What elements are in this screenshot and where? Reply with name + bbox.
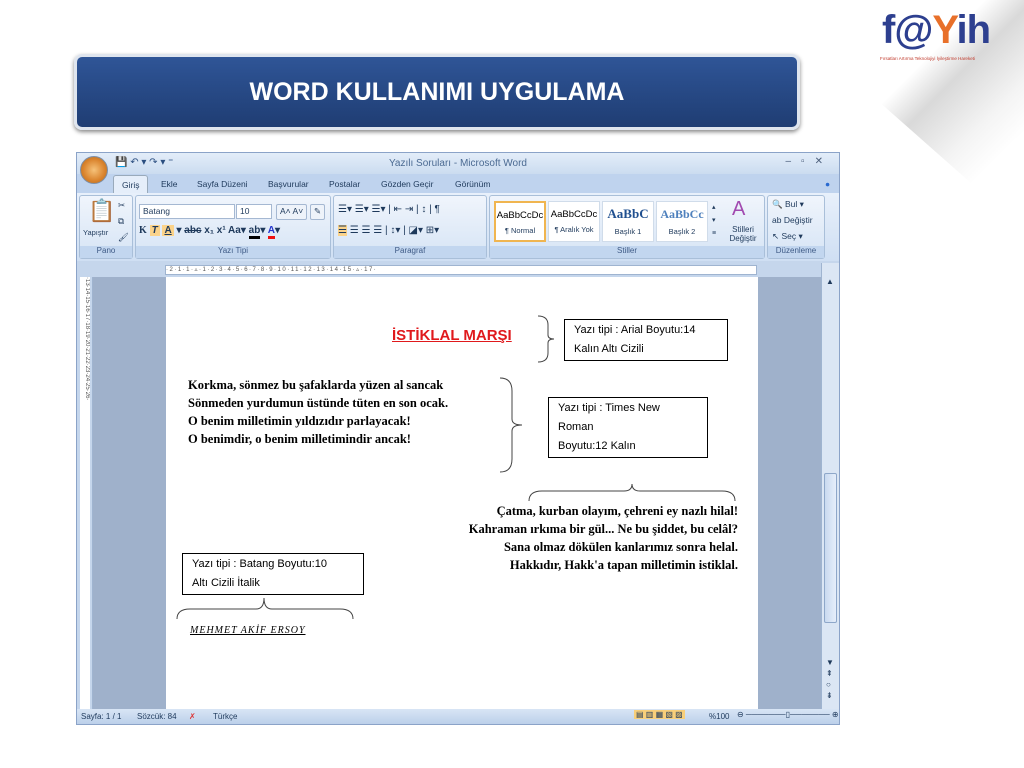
format-painter-icon[interactable]: 🖌 xyxy=(118,232,129,243)
group-pano: 📋 Yapıştır ✂ ⧉ 🖌 Pano xyxy=(79,195,133,259)
tab-postalar[interactable]: Postalar xyxy=(329,179,360,189)
document-area: ·13·14·15·16·17·18·19·20·21·22·23·24·25·… xyxy=(77,277,823,711)
select-button[interactable]: ↖ Seç ▾ xyxy=(772,231,803,242)
group-yazi-tipi: Batang 10 A˄ A˅ ✎ K T A ▾ abc x₁ x¹ Aa▾ … xyxy=(135,195,331,259)
browse-buttons[interactable]: ▼ ⇞ ○ ⇟ xyxy=(826,657,834,701)
author-name: MEHMET AKİF ERSOY xyxy=(190,625,306,636)
find-button[interactable]: 🔍 Bul ▾ xyxy=(772,199,804,210)
tab-giris[interactable]: Giriş xyxy=(113,175,149,194)
word-count[interactable]: Sözcük: 84 xyxy=(137,712,177,721)
brace-3 xyxy=(528,483,736,502)
tab-ekle[interactable]: Ekle xyxy=(161,179,178,189)
copy-icon[interactable]: ⧉ xyxy=(118,216,124,227)
help-icon[interactable]: ● xyxy=(825,179,830,189)
group-label: Pano xyxy=(80,246,132,258)
vertical-ruler[interactable]: ·13·14·15·16·17·18·19·20·21·22·23·24·25·… xyxy=(77,277,93,711)
stanza-2: Çatma, kurban olayım, çehreni ey nazlı h… xyxy=(468,504,738,572)
font-size-select[interactable]: 10 xyxy=(236,204,272,219)
list-indent-buttons[interactable]: ☰▾ ☰▾ ☰▾ | ⇤ ⇥ | ↕ | ¶ xyxy=(338,204,440,215)
style-normal[interactable]: AaBbCcDc ¶ Normal xyxy=(494,201,546,242)
scroll-up-icon[interactable]: ▲ xyxy=(826,277,834,286)
grow-shrink-font-buttons[interactable]: A˄ A˅ xyxy=(276,204,308,220)
cut-icon[interactable]: ✂ xyxy=(118,200,125,211)
group-duzenleme: 🔍 Bul ▾ ab Değiştir ↖ Seç ▾ Düzenleme xyxy=(767,195,825,259)
clear-format-button[interactable]: ✎ xyxy=(310,204,326,220)
note-batang: Yazı tipi : Batang Boyutu:10 Altı Cizili … xyxy=(182,553,364,595)
scroll-thumb[interactable] xyxy=(824,473,837,623)
group-label: Paragraf xyxy=(334,246,486,258)
style-baslik-2[interactable]: AaBbCc Başlık 2 xyxy=(656,201,708,242)
language-indicator[interactable]: Türkçe xyxy=(213,712,237,721)
group-label: Yazı Tipi xyxy=(136,246,330,258)
slide-title: WORD KULLANIMI UYGULAMA xyxy=(74,54,800,130)
stanza-1: Korkma, sönmez bu şafaklarda yüzen al sa… xyxy=(188,378,449,446)
change-styles-icon: A xyxy=(732,198,746,220)
group-stiller: AaBbCcDc ¶ Normal AaBbCcDc ¶ Aralık Yok Aa… xyxy=(489,195,765,259)
note-arial: Yazı tipi : Arial Boyutu:14 Kalın Altı Ci… xyxy=(564,319,728,361)
heading-istiklal-marsi: İSTİKLAL MARŞI xyxy=(392,327,512,344)
page-count[interactable]: Sayfa: 1 / 1 xyxy=(81,712,121,721)
zoom-slider[interactable]: ⊖ ───────▯─────── ⊕ xyxy=(737,710,839,719)
status-bar: Sayfa: 1 / 1 Sözcük: 84 ✗ Türkçe ▤ ▥ ▦ ▧… xyxy=(77,709,839,724)
tab-basvurular[interactable]: Başvurular xyxy=(268,179,309,189)
paste-button[interactable]: Yapıştır xyxy=(83,228,108,237)
change-styles-button[interactable]: Stilleri Değiştir xyxy=(723,225,763,243)
brace-4 xyxy=(176,597,354,620)
style-baslik-1[interactable]: AaBbC Başlık 1 xyxy=(602,201,654,242)
ribbon: 📋 Yapıştır ✂ ⧉ 🖌 Pano Batang 10 A˄ A˅ ✎ … xyxy=(77,193,839,261)
tab-gorunum[interactable]: Görünüm xyxy=(455,179,490,189)
proofing-icon[interactable]: ✗ xyxy=(189,712,196,721)
office-button[interactable] xyxy=(80,156,108,184)
zoom-level[interactable]: %100 xyxy=(709,712,729,721)
ribbon-tabs: Giriş Ekle Sayfa Düzeni Başvurular Posta… xyxy=(77,174,839,194)
group-paragraf: ☰▾ ☰▾ ☰▾ | ⇤ ⇥ | ↕ | ¶ ☰ ☰ ☰ ☰ | ↕▾ | ◪▾… xyxy=(333,195,487,259)
window-controls[interactable]: –▫✕ xyxy=(786,156,834,167)
vertical-scrollbar[interactable]: ▲ ▼ ⇞ ○ ⇟ xyxy=(821,263,839,711)
alignment-buttons[interactable]: ☰ ☰ ☰ ☰ | ↕▾ | ◪▾ ⊞▾ xyxy=(338,225,439,236)
note-times: Yazı tipi : Times New Roman Boyutu:12 Kalı… xyxy=(548,397,708,458)
font-name-select[interactable]: Batang xyxy=(139,204,235,219)
tab-sayfa-duzeni[interactable]: Sayfa Düzeni xyxy=(197,179,248,189)
brace-2 xyxy=(499,377,523,473)
style-aralik-yok[interactable]: AaBbCcDc ¶ Aralık Yok xyxy=(548,201,600,242)
styles-scroll[interactable]: ▴ ▾ ≡ xyxy=(712,201,716,240)
paste-icon[interactable]: 📋 xyxy=(88,198,115,224)
group-label: Stiller xyxy=(490,246,764,258)
replace-button[interactable]: ab Değiştir xyxy=(772,215,813,225)
word-window: 💾 ↶ ▾ ↷ ▾ ⁼ Yazılı Soruları - Microsoft … xyxy=(76,152,840,725)
brace-1 xyxy=(537,315,555,363)
view-buttons[interactable]: ▤ ▥ ▦ ▧ ▨ xyxy=(634,710,685,719)
title-bar: 💾 ↶ ▾ ↷ ▾ ⁼ Yazılı Soruları - Microsoft … xyxy=(77,153,839,174)
document-page[interactable]: İSTİKLAL MARŞI Yazı tipi : Arial Boyutu:… xyxy=(166,277,758,711)
fatih-logo: f@Yih Fırsatları Artırma Teknolojiyi İyi… xyxy=(880,8,991,61)
format-buttons[interactable]: K T A ▾ abc x₁ x¹ Aa▾ ab▾ A▾ xyxy=(139,225,280,239)
group-label: Düzenleme xyxy=(768,246,824,258)
horizontal-ruler[interactable]: ·2·1·1·▵·1·2·3·4·5·6·7·8·9·10·11·12·13·1… xyxy=(77,263,839,277)
tab-gozden-gecir[interactable]: Gözden Geçir xyxy=(381,179,433,189)
window-title: Yazılı Soruları - Microsoft Word xyxy=(389,158,527,169)
